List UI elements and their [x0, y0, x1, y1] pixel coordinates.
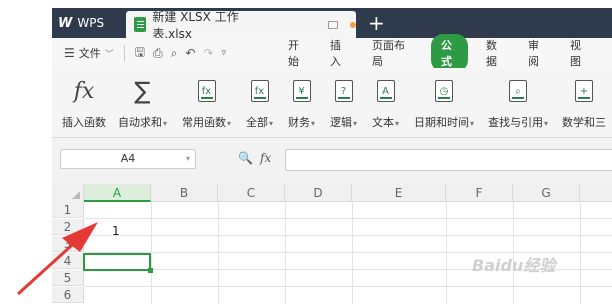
row-header-1[interactable]: 1	[52, 202, 84, 218]
ribbon-tabs: 开始 插入 页面布局 公式 数据 审阅 视图	[288, 34, 612, 72]
spreadsheet-grid: A B C D E F G 1 2 3 4 5 6 1	[52, 184, 612, 304]
dropdown-caret-icon: ▾	[353, 119, 358, 128]
ribbon-label: 逻辑	[330, 116, 352, 129]
wps-label: WPS	[77, 16, 105, 30]
cell-A2[interactable]: 1	[112, 224, 120, 238]
row-header-5[interactable]: 5	[52, 270, 84, 286]
select-all-corner[interactable]	[52, 184, 84, 202]
lookup-reference-button[interactable]: ⌕ 查找与引用▾	[488, 76, 548, 130]
clock-book-icon: ◷	[435, 80, 453, 102]
column-header-D[interactable]: D	[285, 184, 352, 202]
math-trig-button[interactable]: + 数学和三	[562, 76, 606, 130]
zoom-search-icon[interactable]: 🔍	[238, 151, 253, 165]
row-header-2[interactable]: 2	[52, 219, 84, 235]
row-header-4[interactable]: 4	[52, 253, 84, 269]
tab-start[interactable]: 开始	[288, 37, 305, 69]
tab-review[interactable]: 审阅	[528, 37, 545, 69]
function-book-icon: fx	[250, 80, 269, 102]
new-tab-button[interactable]: +	[368, 11, 385, 35]
sigma-icon: ∑	[134, 77, 151, 105]
column-header-A[interactable]: A	[84, 184, 151, 202]
dropdown-caret-icon: ▾	[395, 119, 400, 128]
active-cell-A4[interactable]	[83, 253, 153, 273]
wps-logo-icon: W	[58, 15, 73, 31]
ribbon-label: 数学和三	[562, 116, 606, 129]
spreadsheet-icon	[134, 17, 147, 32]
name-box[interactable]: A4 ▾	[60, 149, 196, 169]
row-header-3[interactable]: 3	[52, 236, 84, 252]
tab-view[interactable]: 视图	[570, 37, 587, 69]
ribbon-label: 常用函数	[182, 116, 226, 129]
tab-page-layout[interactable]: 页面布局	[372, 37, 406, 69]
name-box-value: A4	[120, 152, 136, 165]
ribbon-label: 查找与引用	[488, 116, 543, 129]
ribbon-label: 插入函数	[62, 116, 106, 129]
formula-ribbon: fx 插入函数 ∑ 自动求和▾ fx 常用函数▾ fx 全部▾ ¥ 财务▾ ? …	[52, 68, 612, 138]
date-time-button[interactable]: ◷ 日期和时间▾	[414, 76, 474, 130]
insert-function-button[interactable]: fx 插入函数	[62, 76, 106, 130]
baidu-watermark: Baidu经验	[472, 256, 556, 275]
all-functions-button[interactable]: fx 全部▾	[246, 76, 273, 130]
logic-book-icon: ?	[334, 80, 353, 102]
dropdown-caret-icon: ▾	[470, 119, 475, 128]
dropdown-caret-icon: ▾	[269, 119, 274, 128]
common-functions-button[interactable]: fx 常用函数▾	[182, 76, 231, 130]
print-icon[interactable]: ⎙	[153, 46, 163, 61]
ribbon-label: 财务	[288, 116, 310, 129]
ribbon-label: 全部	[246, 116, 268, 129]
monitor-icon[interactable]	[327, 20, 339, 29]
ribbon-label: 自动求和	[118, 116, 162, 129]
column-header-E[interactable]: E	[352, 184, 446, 202]
chevron-down-icon[interactable]: ▾	[186, 150, 190, 168]
autosum-button[interactable]: ∑ 自动求和▾	[118, 76, 167, 130]
finance-book-icon: ¥	[292, 80, 311, 102]
column-header-B[interactable]: B	[151, 184, 218, 202]
column-header-C[interactable]: C	[218, 184, 285, 202]
function-book-icon: fx	[197, 80, 216, 102]
divider	[123, 45, 125, 61]
redo-icon[interactable]: ↷	[203, 46, 213, 60]
dropdown-caret-icon: ▾	[163, 119, 168, 128]
save-icon[interactable]: 🖫	[135, 43, 145, 64]
unsaved-dot-icon	[350, 21, 356, 28]
dropdown-caret-icon: ▾	[311, 119, 316, 128]
dropdown-caret-icon: ▾	[544, 119, 549, 128]
customize-chevron-icon[interactable]: ▿	[221, 48, 226, 58]
dropdown-caret-icon: ▾	[227, 119, 232, 128]
column-header-row: A B C D E F G	[52, 184, 612, 202]
column-header-G[interactable]: G	[513, 184, 580, 202]
finance-button[interactable]: ¥ 财务▾	[288, 76, 315, 130]
grid-line	[84, 235, 612, 236]
grid-line	[84, 218, 612, 219]
column-header-F[interactable]: F	[446, 184, 513, 202]
logic-button[interactable]: ? 逻辑▾	[330, 76, 357, 130]
menu-bar: ☰ 文件 ﹀ 🖫 ⎙ ⌕ ↶ ↷ ▿ 开始 插入 页面布局 公式 数据 审阅 视…	[52, 34, 612, 72]
wps-home-tab[interactable]: W WPS	[52, 8, 118, 38]
formula-input[interactable]	[285, 149, 612, 171]
file-menu[interactable]: 文件	[79, 45, 101, 61]
chevron-down-icon[interactable]: ﹀	[105, 47, 114, 60]
text-button[interactable]: A 文本▾	[372, 76, 399, 130]
ribbon-label: 文本	[372, 116, 394, 129]
lookup-book-icon: ⌕	[509, 80, 527, 102]
undo-icon[interactable]: ↶	[185, 46, 195, 60]
fx-icon: fx	[73, 78, 95, 104]
formula-bar-area: A4 ▾ 🔍 fx	[52, 138, 612, 184]
tab-formulas[interactable]: 公式	[431, 34, 468, 72]
print-preview-icon[interactable]: ⌕	[171, 46, 178, 61]
text-book-icon: A	[376, 80, 395, 102]
ribbon-label: 日期和时间	[414, 116, 469, 129]
row-header-6[interactable]: 6	[52, 287, 84, 303]
title-bar: W WPS 新建 XLSX 工作表.xlsx +	[52, 8, 612, 41]
tab-insert[interactable]: 插入	[330, 37, 347, 69]
tab-data[interactable]: 数据	[486, 37, 503, 69]
grid-line	[84, 286, 612, 287]
document-tab-title: 新建 XLSX 工作表.xlsx	[152, 9, 239, 41]
hamburger-icon[interactable]: ☰	[64, 46, 75, 60]
math-book-icon: +	[575, 80, 593, 102]
fx-icon[interactable]: fx	[260, 151, 271, 165]
document-tab[interactable]: 新建 XLSX 工作表.xlsx	[126, 10, 356, 41]
